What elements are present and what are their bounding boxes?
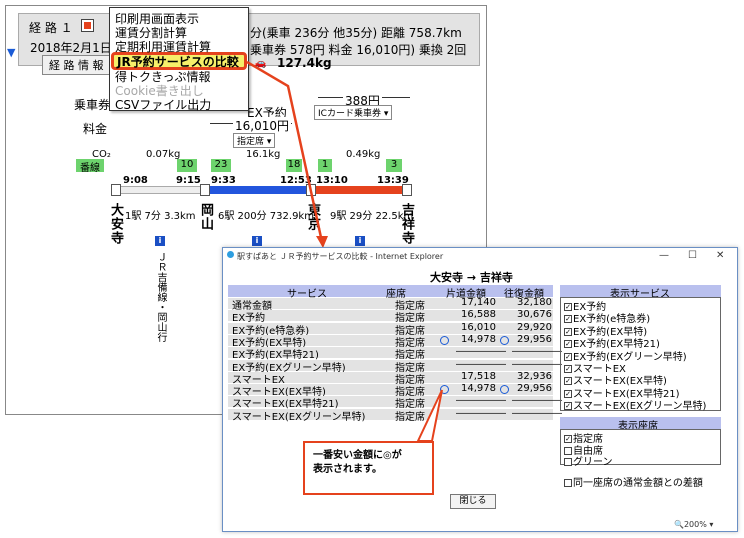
callout-line-2: 表示されます。 [313, 464, 382, 475]
callout-line-1: 一番安い金額に◎が [313, 450, 402, 461]
callout-box: 一番安い金額に◎が 表示されます。 [303, 441, 434, 495]
zoom-indicator[interactable]: 🔍200% ▾ [674, 520, 713, 529]
close-button[interactable]: 閉じる [450, 494, 496, 509]
